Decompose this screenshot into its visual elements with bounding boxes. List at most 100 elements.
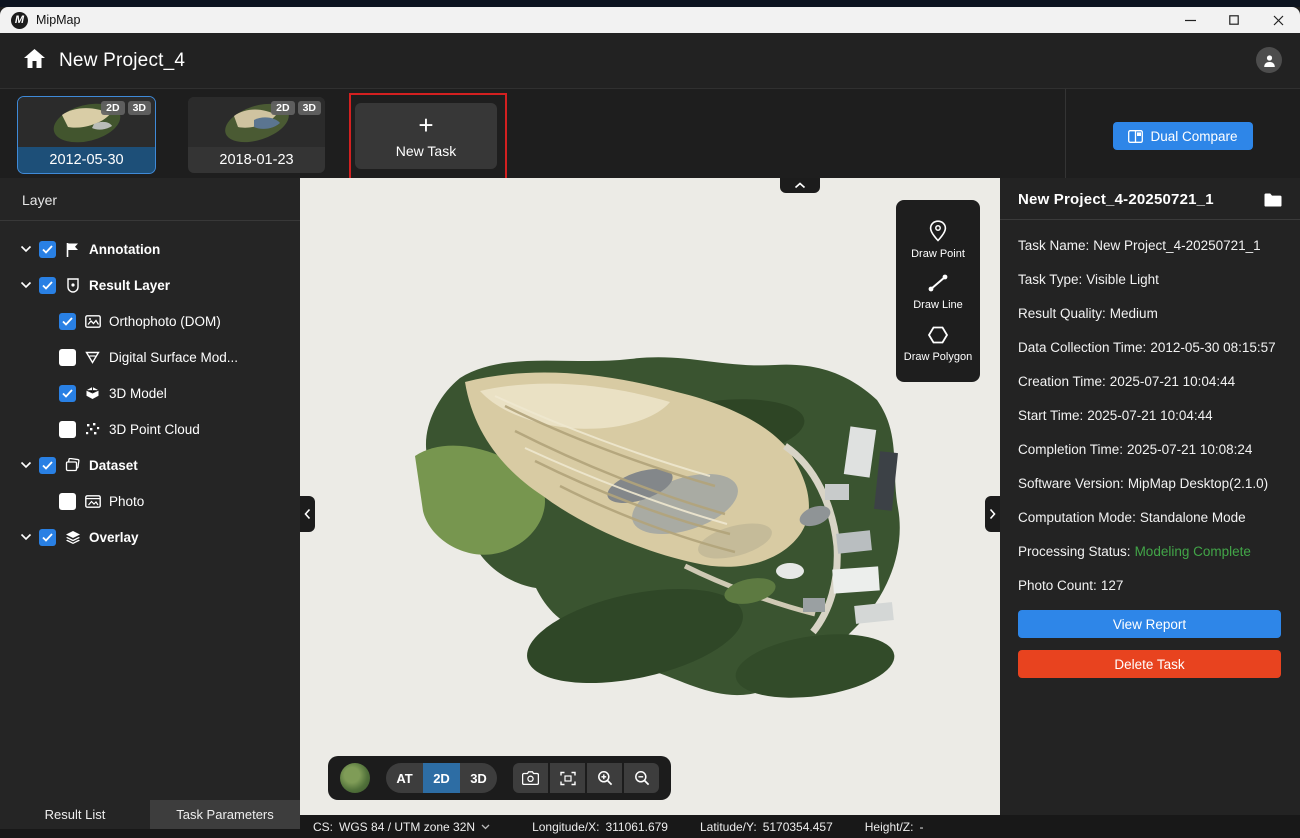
- map-toolbar: AT 2D 3D: [328, 756, 671, 800]
- task-strip: 2D 3D 2012-05-30 2D 3D 2018-01-23: [0, 88, 1300, 178]
- row-data-collection-time: Data Collection Time:2012-05-30 08:15:57: [1018, 338, 1282, 358]
- background-window-strip: [0, 0, 1300, 7]
- collapse-left-handle[interactable]: [300, 496, 315, 532]
- app-name: MipMap: [36, 13, 80, 27]
- orthophoto-map[interactable]: [385, 336, 945, 726]
- fit-view-icon: [560, 771, 576, 786]
- folder-icon[interactable]: [1264, 193, 1282, 207]
- zoom-out-button[interactable]: [624, 763, 659, 793]
- chevron-down-icon[interactable]: [20, 281, 32, 289]
- maximize-button[interactable]: [1212, 7, 1256, 33]
- camera-icon: [522, 771, 539, 785]
- badge-3d: 3D: [128, 101, 151, 115]
- checkbox-unchecked[interactable]: [59, 493, 76, 510]
- photo-icon: [84, 495, 101, 508]
- task-thumbnail: 2D 3D: [188, 97, 325, 147]
- task-badges: 2D 3D: [271, 101, 321, 115]
- layer-item-annotation[interactable]: Annotation: [0, 231, 300, 267]
- draw-point-button[interactable]: Draw Point: [911, 220, 965, 260]
- chevron-down-icon[interactable]: [20, 461, 32, 469]
- row-completion-time: Completion Time:2025-07-21 10:08:24: [1018, 440, 1282, 460]
- draw-line-button[interactable]: Draw Line: [913, 273, 963, 311]
- row-photo-count: Photo Count:127: [1018, 576, 1282, 596]
- collapse-right-handle[interactable]: [985, 496, 1000, 532]
- draw-tools-panel: Draw Point Draw Line Draw Polygon: [896, 200, 980, 382]
- checkbox-unchecked[interactable]: [59, 421, 76, 438]
- fit-view-button[interactable]: [550, 763, 585, 793]
- new-task-button[interactable]: + New Task: [355, 103, 497, 169]
- latitude-readout: Latitude/Y:5170354.457: [700, 820, 833, 834]
- app-window: M MipMap New Project_4: [0, 0, 1300, 838]
- layer-tree: Annotation Result Layer Orthophoto (DOM)…: [0, 221, 300, 555]
- task-detail-rows: Task Name:New Project_4-20250721_1 Task …: [1000, 220, 1300, 596]
- dual-compare-button[interactable]: Dual Compare: [1113, 122, 1253, 150]
- collapse-up-handle[interactable]: [780, 178, 820, 193]
- checkbox-checked[interactable]: [39, 277, 56, 294]
- tab-result-list[interactable]: Result List: [0, 800, 150, 829]
- mode-2d-button[interactable]: 2D: [423, 763, 460, 793]
- delete-task-button[interactable]: Delete Task: [1018, 650, 1281, 678]
- layer-item-result-layer[interactable]: Result Layer: [0, 267, 300, 303]
- chevron-right-icon: [989, 508, 996, 520]
- task-badges: 2D 3D: [101, 101, 151, 115]
- badge-2d: 2D: [101, 101, 124, 115]
- row-processing-status: Processing Status:Modeling Complete: [1018, 542, 1282, 562]
- strip-divider: [1065, 89, 1066, 179]
- layer-item-overlay[interactable]: Overlay: [0, 519, 300, 555]
- checkbox-unchecked[interactable]: [59, 349, 76, 366]
- zoom-in-icon: [597, 770, 613, 786]
- row-creation-time: Creation Time:2025-07-21 10:04:44: [1018, 372, 1282, 392]
- layer-item-photo[interactable]: Photo: [0, 483, 300, 519]
- mode-3d-button[interactable]: 3D: [460, 763, 497, 793]
- cube-icon: [84, 386, 101, 400]
- user-avatar[interactable]: [1256, 47, 1282, 73]
- window-controls: [1168, 7, 1300, 33]
- coordinate-system-value: WGS 84 / UTM zone 32N: [339, 820, 475, 834]
- checkbox-checked[interactable]: [39, 529, 56, 546]
- home-icon[interactable]: [24, 49, 45, 73]
- tab-task-parameters[interactable]: Task Parameters: [150, 800, 300, 829]
- row-task-type: Task Type:Visible Light: [1018, 270, 1282, 290]
- page-title: New Project_4: [59, 50, 185, 72]
- view-report-button[interactable]: View Report: [1018, 610, 1281, 638]
- task-date: 2018-01-23: [188, 147, 325, 173]
- badge-3d: 3D: [298, 101, 321, 115]
- checkbox-checked[interactable]: [59, 313, 76, 330]
- map-tool-buttons: [513, 763, 659, 793]
- map-canvas[interactable]: Draw Point Draw Line Draw Polygon AT 2D: [300, 178, 1000, 815]
- minimize-button[interactable]: [1168, 7, 1212, 33]
- badge-icon: [64, 278, 81, 293]
- row-result-quality: Result Quality:Medium: [1018, 304, 1282, 324]
- screenshot-button[interactable]: [513, 763, 548, 793]
- flag-icon: [64, 242, 81, 257]
- sidebar-tabs: Result List Task Parameters: [0, 800, 300, 829]
- checkbox-checked[interactable]: [39, 241, 56, 258]
- task-card-2018[interactable]: 2D 3D 2018-01-23: [188, 97, 325, 173]
- task-thumbnail: 2D 3D: [18, 97, 155, 147]
- row-task-name: Task Name:New Project_4-20250721_1: [1018, 236, 1282, 256]
- mode-at-button[interactable]: AT: [386, 763, 423, 793]
- task-card-2012[interactable]: 2D 3D 2012-05-30: [18, 97, 155, 173]
- layer-item-3d-model[interactable]: 3D Model: [0, 375, 300, 411]
- basemap-thumbnail[interactable]: [340, 763, 370, 793]
- checkbox-checked[interactable]: [59, 385, 76, 402]
- close-button[interactable]: [1256, 7, 1300, 33]
- task-panel-header: New Project_4-20250721_1: [1000, 178, 1300, 219]
- layer-item-dsm[interactable]: Digital Surface Mod...: [0, 339, 300, 375]
- row-start-time: Start Time:2025-07-21 10:04:44: [1018, 406, 1282, 426]
- layer-sidebar: Layer Annotation Result Layer Orthophoto…: [0, 178, 300, 838]
- zoom-in-button[interactable]: [587, 763, 622, 793]
- chevron-down-icon[interactable]: [20, 245, 32, 253]
- chevron-left-icon: [304, 508, 311, 520]
- chevron-down-icon[interactable]: [20, 533, 32, 541]
- layer-item-dataset[interactable]: Dataset: [0, 447, 300, 483]
- layer-item-3d-point-cloud[interactable]: 3D Point Cloud: [0, 411, 300, 447]
- coordinate-system-selector[interactable]: CS: WGS 84 / UTM zone 32N: [313, 820, 490, 834]
- checkbox-checked[interactable]: [39, 457, 56, 474]
- task-panel-title: New Project_4-20250721_1: [1018, 191, 1214, 208]
- dual-compare-icon: [1128, 130, 1143, 143]
- layer-item-orthophoto[interactable]: Orthophoto (DOM): [0, 303, 300, 339]
- sidebar-bottom-strip: [0, 829, 300, 838]
- status-badge: Modeling Complete: [1135, 544, 1251, 559]
- draw-polygon-button[interactable]: Draw Polygon: [904, 325, 972, 363]
